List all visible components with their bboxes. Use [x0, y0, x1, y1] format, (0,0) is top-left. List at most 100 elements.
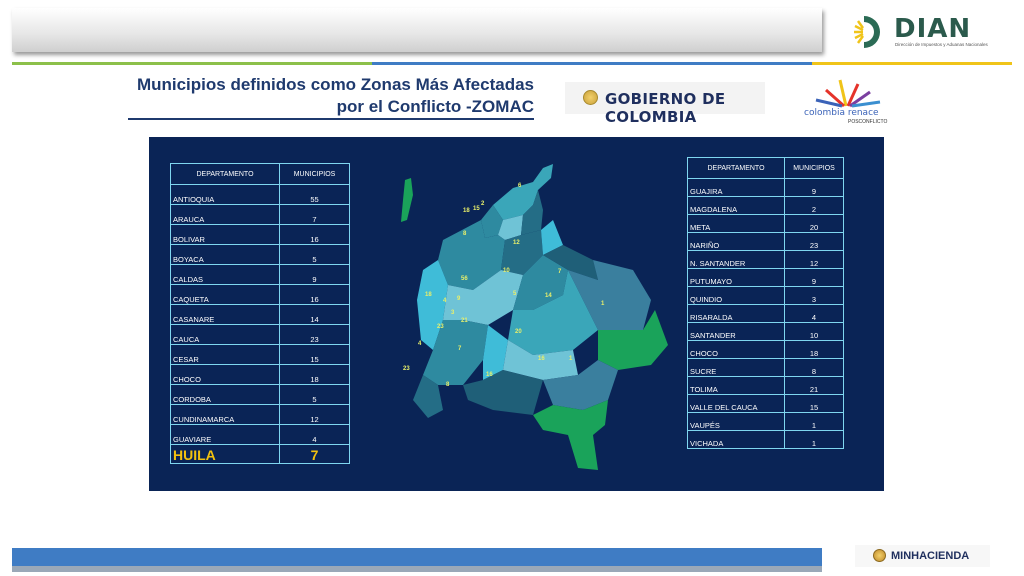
map-count-label: 23 [403, 366, 410, 372]
dept-cell: ANTIOQUIA [170, 184, 280, 205]
dept-cell: SANTANDER [687, 322, 785, 341]
table-row: CHOCO 18 [687, 340, 844, 359]
count-cell: 14 [279, 304, 350, 325]
map-count-label: 18 [425, 292, 432, 298]
table-header-row: DEPARTAMENTO MUNICIPIOS [170, 163, 350, 185]
dept-cell: VICHADA [687, 430, 785, 449]
colombia-renace-logo: colombia renace POSCONFLICTO [800, 78, 892, 126]
count-cell: 1 [784, 412, 844, 431]
count-cell: 4 [784, 304, 844, 323]
table-row: PUTUMAYO 9 [687, 268, 844, 287]
col-municipios: MUNICIPIOS [279, 163, 350, 185]
dept-cell: TOLIMA [687, 376, 785, 395]
dept-cell: CHOCO [687, 340, 785, 359]
col-departamento: DEPARTAMENTO [170, 163, 280, 185]
count-cell: 12 [784, 250, 844, 269]
table-row: CASANARE 14 [170, 304, 350, 325]
title-line-1: Municipios definidos como Zonas Más Afec… [136, 75, 534, 94]
table-row: TOLIMA 21 [687, 376, 844, 395]
dian-subtitle: Dirección de Impuestos y Aduanas Naciona… [895, 42, 988, 47]
map-count-label: 14 [545, 293, 552, 299]
dept-cell: VAUPÉS [687, 412, 785, 431]
dept-cell: CORDOBA [170, 384, 280, 405]
table-row: CESAR 15 [170, 344, 350, 365]
table-row: VICHADA 1 [687, 430, 844, 449]
table-row: CALDAS 9 [170, 264, 350, 285]
map-count-label: 16 [486, 372, 493, 378]
colombia-seal-icon [583, 90, 598, 105]
dept-cell: GUAVIARE [170, 424, 280, 445]
count-cell: 16 [279, 284, 350, 305]
highlighted-row: HUILA 7 [170, 444, 350, 464]
header-banner [12, 8, 822, 52]
highlight-dept-cell: HUILA [170, 444, 280, 464]
map-count-label: 15 [473, 206, 480, 212]
count-cell: 8 [784, 358, 844, 377]
table-row: ANTIOQUIA 55 [170, 184, 350, 205]
dept-cell: CHOCO [170, 364, 280, 385]
dian-logo: DIAN Dirección de Impuestos y Aduanas Na… [850, 12, 1000, 52]
dept-cell: BOYACA [170, 244, 280, 265]
table-row: CUNDINAMARCA 12 [170, 404, 350, 425]
count-cell: 9 [784, 178, 844, 197]
dept-cell: RISARALDA [687, 304, 785, 323]
dept-cell: SUCRE [687, 358, 785, 377]
count-cell: 55 [279, 184, 350, 205]
left-departments-table: DEPARTAMENTO MUNICIPIOS ANTIOQUIA 55 ARAU… [170, 163, 350, 464]
table-row: BOLIVAR 16 [170, 224, 350, 245]
count-cell: 1 [784, 430, 844, 449]
renace-rays-icon [815, 79, 881, 108]
table-row: VALLE DEL CAUCA 15 [687, 394, 844, 413]
title-line-2: por el Conflicto -ZOMAC [336, 97, 534, 116]
count-cell: 2 [784, 196, 844, 215]
count-cell: 21 [784, 376, 844, 395]
table-row: BOYACA 5 [170, 244, 350, 265]
table-row: CHOCO 18 [170, 364, 350, 385]
count-cell: 23 [784, 232, 844, 251]
table-row: SANTANDER 10 [687, 322, 844, 341]
dept-cell: VALLE DEL CAUCA [687, 394, 785, 413]
count-cell: 15 [279, 344, 350, 365]
map-count-label: 4 [418, 341, 422, 347]
dept-cell: CAUCA [170, 324, 280, 345]
minhacienda-logo: MINHACIENDA [855, 545, 990, 567]
map-count-label: 2 [481, 201, 485, 207]
dept-cell: QUINDIO [687, 286, 785, 305]
table-row: ARAUCA 7 [170, 204, 350, 225]
count-cell: 9 [279, 264, 350, 285]
table-row: QUINDIO 3 [687, 286, 844, 305]
map-count-label: 10 [503, 268, 510, 274]
map-count-label: 20 [515, 329, 522, 335]
map-region [533, 400, 608, 470]
col-municipios: MUNICIPIOS [784, 157, 844, 179]
count-cell: 7 [279, 204, 350, 225]
count-cell: 9 [784, 268, 844, 287]
right-departments-table: DEPARTAMENTO MUNICIPIOS GUAJIRA 9 MAGDALE… [687, 157, 844, 449]
count-cell: 16 [279, 224, 350, 245]
map-count-label: 16 [538, 356, 545, 362]
table-row: RISARALDA 4 [687, 304, 844, 323]
count-cell: 18 [279, 364, 350, 385]
gobierno-logo: GOBIERNO DE COLOMBIA [565, 82, 765, 126]
title-underline [128, 118, 534, 120]
color-divider [12, 62, 1012, 66]
highlight-count-cell: 7 [279, 444, 350, 464]
count-cell: 12 [279, 404, 350, 425]
gobierno-text: GOBIERNO DE COLOMBIA [605, 90, 726, 126]
table-row: N. SANTANDER 12 [687, 250, 844, 269]
count-cell: 5 [279, 244, 350, 265]
dept-cell: CESAR [170, 344, 280, 365]
table-row: CAUCA 23 [170, 324, 350, 345]
dept-cell: BOLIVAR [170, 224, 280, 245]
map-count-label: 18 [463, 208, 470, 214]
table-row: CORDOBA 5 [170, 384, 350, 405]
count-cell: 5 [279, 384, 350, 405]
count-cell: 15 [784, 394, 844, 413]
dept-cell: MAGDALENA [687, 196, 785, 215]
dept-cell: CASANARE [170, 304, 280, 325]
count-cell: 3 [784, 286, 844, 305]
table-row: SUCRE 8 [687, 358, 844, 377]
dept-cell: META [687, 214, 785, 233]
footer-shadow [12, 566, 822, 572]
dept-cell: N. SANTANDER [687, 250, 785, 269]
